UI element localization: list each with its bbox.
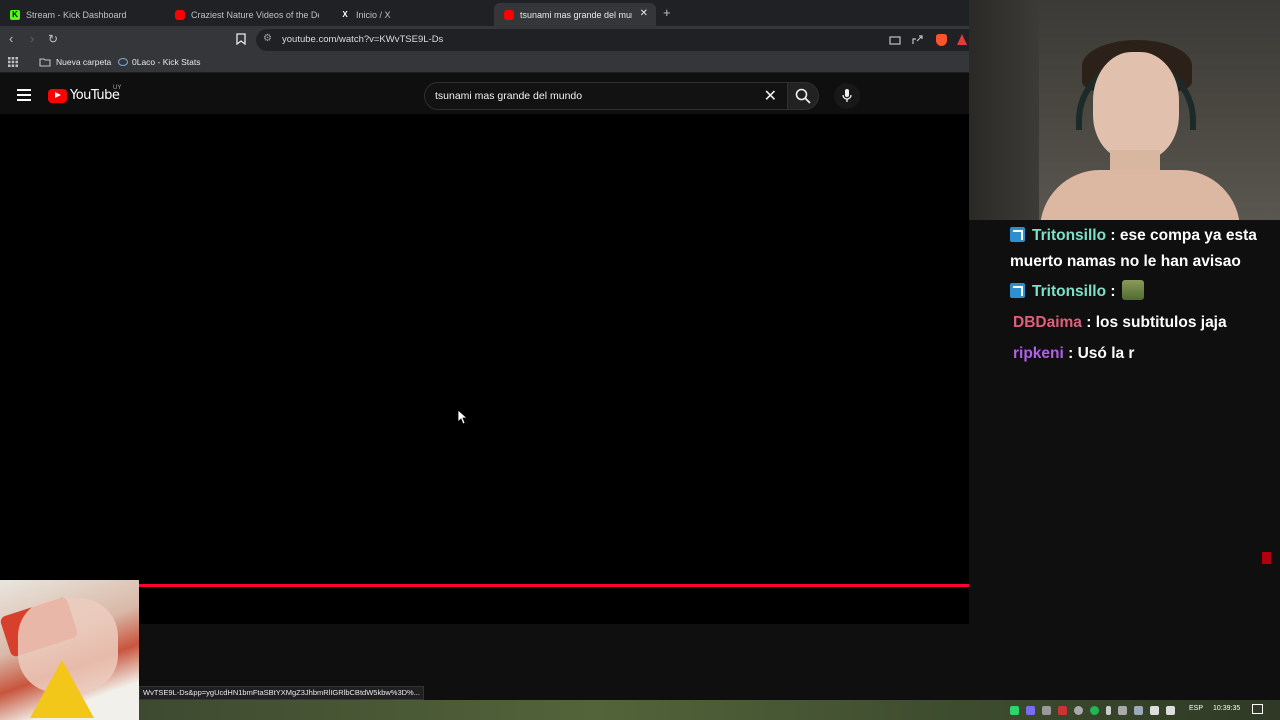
country-code: UY: [113, 85, 122, 91]
tab-craziest-nature[interactable]: Craziest Nature Videos of the Decade: [165, 3, 329, 26]
tray-app-icon[interactable]: [1074, 705, 1083, 715]
browser-tab-bar: K Stream - Kick Dashboard Craziest Natur…: [0, 0, 969, 26]
folder-icon: [39, 58, 51, 67]
close-tab-icon[interactable]: ✕: [640, 8, 648, 19]
microphone-icon: [842, 89, 852, 102]
tray-app-icon[interactable]: [1026, 705, 1035, 715]
clear-search-icon[interactable]: ✕: [764, 86, 777, 106]
tray-app-icon[interactable]: [1010, 705, 1019, 715]
chat-username: DBDaima: [1013, 314, 1082, 331]
video-player[interactable]: [0, 114, 969, 584]
stream-chat-overlay: Tritonsillo : ese compa ya esta muerto n…: [969, 220, 1280, 700]
x-icon: X: [342, 10, 348, 19]
chat-username: Tritonsillo: [1032, 283, 1107, 300]
search-icon: [795, 88, 811, 104]
site-info-icon[interactable]: ⚙: [263, 33, 272, 44]
chat-message: Tritonsillo :: [1010, 279, 1272, 305]
notifications-icon[interactable]: [1252, 704, 1263, 714]
verified-badge-icon: [1010, 283, 1025, 298]
volume-icon[interactable]: [1166, 705, 1175, 715]
language-indicator[interactable]: ESP: [1189, 705, 1203, 712]
webcam-face: [1093, 52, 1179, 160]
tab-title: tsunami mas grande del mundo: [520, 9, 632, 20]
tab-title: Stream - Kick Dashboard: [26, 9, 127, 20]
microphone-tray-icon[interactable]: [1106, 705, 1111, 715]
recording-indicator: [1262, 552, 1271, 564]
brave-rewards-icon[interactable]: [957, 34, 967, 45]
emote-icon: [1121, 280, 1144, 300]
youtube-icon: [175, 9, 185, 20]
bookmarks-bar: Nueva carpeta 0Laco - Kick Stats: [0, 53, 969, 73]
tab-kick-dashboard[interactable]: K Stream - Kick Dashboard: [0, 3, 164, 26]
back-icon[interactable]: ‹: [9, 32, 13, 46]
tray-app-icon[interactable]: [1118, 705, 1127, 715]
bookmark-kick-stats[interactable]: 0Laco - Kick Stats: [118, 57, 201, 67]
browser-toolbar: ‹ › ↻ ⚙ youtube.com/watch?v=KWvTSE9L-Ds: [0, 26, 969, 53]
system-tray: [1010, 704, 1182, 716]
screen: K Stream - Kick Dashboard Craziest Natur…: [0, 0, 1280, 720]
chat-text: Usó la r: [1077, 345, 1135, 362]
camera-object-yellow: [30, 660, 94, 718]
network-icon[interactable]: [1150, 705, 1159, 715]
spotify-icon[interactable]: [1090, 705, 1099, 715]
share-icon[interactable]: [911, 35, 923, 45]
tray-app-icon[interactable]: [1058, 705, 1067, 715]
youtube-play-icon: [48, 88, 67, 103]
progress-bar-fill: [139, 584, 1003, 587]
chat-username: ripkeni: [1013, 345, 1064, 362]
brave-shield-icon[interactable]: [936, 34, 947, 46]
tab-inicio-x[interactable]: X Inicio / X: [330, 3, 494, 26]
reload-icon[interactable]: ↻: [48, 32, 58, 46]
tab-title: Craziest Nature Videos of the Decade: [191, 9, 319, 20]
search-button[interactable]: [787, 82, 819, 110]
chat-text: los subtitulos jaja: [1095, 314, 1227, 331]
bookmark-nueva-carpeta[interactable]: Nueva carpeta: [39, 57, 111, 67]
kick-icon: K: [10, 9, 20, 20]
voice-search-button[interactable]: [834, 83, 860, 109]
verified-badge-icon: [1010, 227, 1025, 242]
tab-tsunami[interactable]: tsunami mas grande del mundo ✕: [494, 3, 656, 26]
tray-app-icon[interactable]: [1042, 705, 1051, 715]
new-tab-icon[interactable]: +: [663, 5, 671, 20]
mouse-cursor-icon: [457, 409, 469, 425]
hamburger-menu-icon[interactable]: [17, 89, 31, 101]
link-status-bar: WvTSE9L-Ds&pp=ygUcdHN1bmFtaSBtYXMgZ3Jhbm…: [139, 686, 424, 700]
chat-message: DBDaima : los subtitulos jaja: [1013, 314, 1227, 331]
address-bar[interactable]: ⚙ youtube.com/watch?v=KWvTSE9L-Ds: [256, 29, 969, 51]
chat-username: Tritonsillo: [1032, 227, 1107, 244]
bookmark-label: Nueva carpeta: [56, 57, 112, 67]
forward-icon[interactable]: ›: [30, 32, 34, 46]
bookmark-icon[interactable]: [236, 33, 246, 45]
bookmark-label: 0Laco - Kick Stats: [132, 57, 201, 67]
chat-message: ripkeni : Usó la r: [1013, 345, 1135, 362]
url-text: youtube.com/watch?v=KWvTSE9L-Ds: [282, 34, 444, 45]
apps-grid-icon[interactable]: [8, 57, 18, 67]
youtube-masthead: YouTube UY tsunami mas grande del mundo …: [0, 78, 969, 114]
chat-message: Tritonsillo : ese compa ya esta muerto n…: [1010, 227, 1257, 270]
youtube-icon: [504, 9, 514, 20]
tab-title: Inicio / X: [356, 9, 391, 20]
search-input[interactable]: tsunami mas grande del mundo ✕: [424, 82, 788, 110]
youtube-logo[interactable]: YouTube: [48, 88, 120, 103]
search-query: tsunami mas grande del mundo: [435, 90, 583, 102]
kick-stats-icon: [118, 58, 128, 66]
clock[interactable]: 10:39:35: [1213, 705, 1240, 712]
logo-text: YouTube: [70, 88, 120, 103]
cast-screen-icon[interactable]: [889, 36, 901, 46]
steam-icon[interactable]: [1134, 705, 1143, 715]
